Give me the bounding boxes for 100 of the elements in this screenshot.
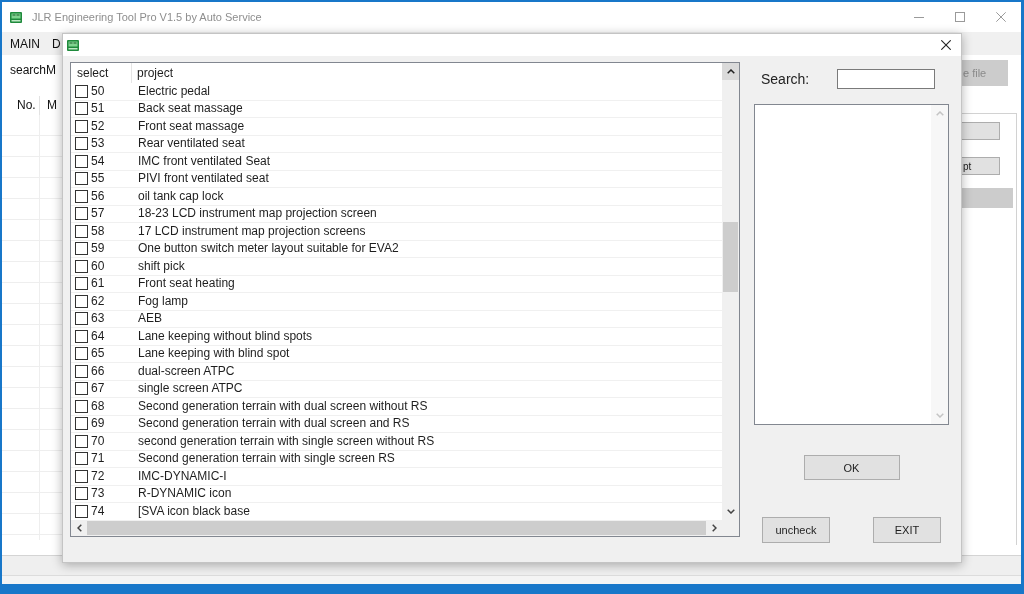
project-name: Front seat massage: [138, 118, 245, 134]
project-name: 18-23 LCD instrument map projection screen: [138, 206, 377, 222]
scrollbar-thumb[interactable]: [87, 521, 706, 535]
menu-item[interactable]: MAIN: [10, 35, 40, 52]
checkbox[interactable]: [75, 487, 88, 501]
chevron-right-icon: [711, 524, 717, 532]
checkbox[interactable]: [75, 207, 88, 221]
row-number: 57: [91, 206, 105, 222]
checkbox[interactable]: [75, 154, 88, 168]
uncheck-button[interactable]: uncheck: [762, 517, 830, 543]
row-number: 51: [91, 101, 105, 117]
project-name: Second generation terrain with single screen RS: [138, 451, 395, 467]
row-number: 61: [91, 276, 105, 292]
row-number: 64: [91, 328, 105, 344]
checkbox[interactable]: [75, 102, 88, 116]
project-name: Electric pedal: [138, 83, 211, 99]
project-name: Fog lamp: [138, 293, 189, 309]
project-name: dual-screen ATPC: [138, 363, 235, 379]
project-name: Lane keeping without blind spots: [138, 328, 313, 344]
row-number: 59: [91, 241, 105, 257]
scroll-up-button[interactable]: [722, 63, 739, 80]
row-number: 56: [91, 188, 105, 204]
chevron-left-icon: [76, 524, 82, 532]
row-number: 73: [91, 486, 105, 502]
column-header[interactable]: No.: [2, 96, 40, 115]
project-name: Second generation terrain with dual screen and RS: [138, 416, 410, 432]
row-number: 63: [91, 311, 105, 327]
checkbox[interactable]: [75, 469, 88, 483]
project-name: Lane keeping with blind spot: [138, 346, 290, 362]
search-label: searchM: [10, 62, 56, 78]
close-icon: [941, 40, 951, 50]
row-number: 71: [91, 451, 105, 467]
checkbox[interactable]: [75, 172, 88, 186]
close-icon: [995, 12, 1006, 22]
project-name: shift pick: [138, 258, 185, 274]
checkbox[interactable]: [75, 119, 88, 133]
chevron-down-icon: [935, 413, 944, 418]
project-name: IMC front ventilated Seat: [138, 153, 271, 169]
checkbox[interactable]: [75, 434, 88, 448]
menu-item[interactable]: D: [52, 35, 61, 52]
app-icon: [10, 11, 22, 23]
chevron-up-icon: [935, 111, 944, 116]
checkbox[interactable]: [75, 329, 88, 343]
column-header[interactable]: M: [40, 96, 57, 115]
side-button[interactable]: pt: [962, 157, 1000, 175]
project-name: AEB: [138, 311, 162, 327]
project-name: Rear ventilated seat: [138, 136, 245, 152]
row-number: 65: [91, 346, 105, 362]
row-number: 62: [91, 293, 105, 309]
project-name: Second generation terrain with dual screen without RS: [138, 398, 428, 414]
window-title: JLR Engineering Tool Pro V1.5 by Auto Service: [32, 11, 262, 23]
exit-button[interactable]: EXIT: [873, 517, 941, 543]
row-number: 69: [91, 416, 105, 432]
checkbox[interactable]: [75, 137, 88, 151]
column-header[interactable]: select: [71, 63, 132, 83]
row-number: 72: [91, 468, 105, 484]
row-number: 66: [91, 363, 105, 379]
checkbox[interactable]: [75, 504, 88, 518]
checkbox[interactable]: [75, 312, 88, 326]
app-icon: [67, 39, 79, 51]
row-number: 52: [91, 118, 105, 134]
column-header[interactable]: project: [132, 63, 182, 83]
checkbox[interactable]: [75, 242, 88, 256]
checkbox[interactable]: [75, 452, 88, 466]
row-number: 70: [91, 433, 105, 449]
row-number: 53: [91, 136, 105, 152]
chevron-down-icon: [726, 509, 735, 514]
project-name: oil tank cap lock: [138, 188, 224, 204]
row-number: 74: [91, 503, 105, 519]
horizontal-scrollbar[interactable]: [71, 520, 722, 536]
checkbox[interactable]: [75, 382, 88, 396]
checkbox[interactable]: [75, 84, 88, 98]
project-name: Front seat heating: [138, 276, 235, 292]
checkbox[interactable]: [75, 224, 88, 238]
checkbox[interactable]: [75, 259, 88, 273]
search-field[interactable]: [837, 69, 935, 89]
scrollbar-thumb[interactable]: [723, 222, 738, 292]
row-number: 60: [91, 258, 105, 274]
checkbox[interactable]: [75, 347, 88, 361]
checkbox[interactable]: [75, 364, 88, 378]
row-number: 55: [91, 171, 105, 187]
vertical-scrollbar[interactable]: [722, 63, 739, 520]
row-number: 54: [91, 153, 105, 169]
project-name: PIVI front ventilated seat: [138, 171, 269, 187]
project-name: IMC-DYNAMIC-I: [138, 468, 227, 484]
row-number: 67: [91, 381, 105, 397]
checkbox[interactable]: [75, 189, 88, 203]
project-name: single screen ATPC: [138, 381, 243, 397]
search-label: Search:: [761, 70, 810, 88]
minimize-icon: [913, 16, 924, 18]
row-number: 50: [91, 83, 105, 99]
project-name: Back seat massage: [138, 101, 243, 117]
checkbox[interactable]: [75, 294, 88, 308]
row-number: 68: [91, 398, 105, 414]
checkbox[interactable]: [75, 277, 88, 291]
ok-button[interactable]: OK: [803, 455, 900, 480]
project-name: [SVA icon black base: [138, 503, 250, 519]
checkbox[interactable]: [75, 399, 88, 413]
checkbox[interactable]: [75, 417, 88, 431]
maximize-icon: [954, 12, 965, 22]
